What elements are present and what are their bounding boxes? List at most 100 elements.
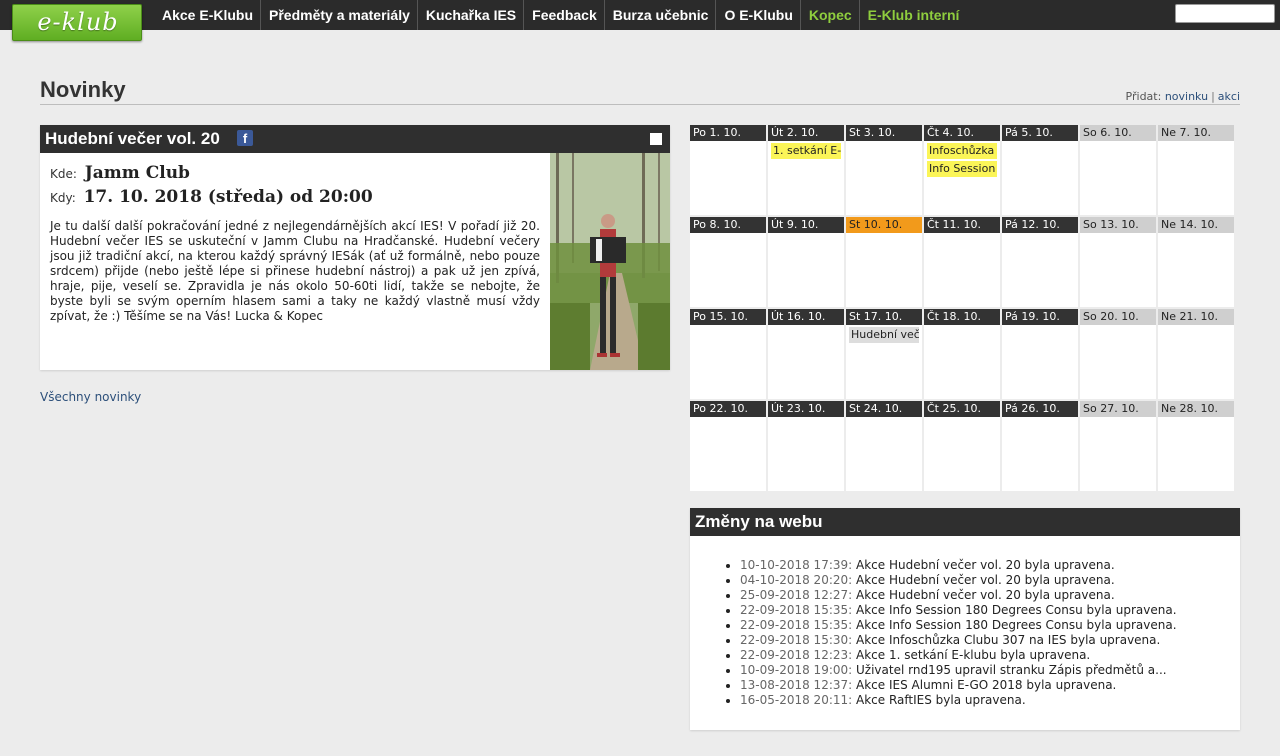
calendar-day[interactable]: Út 2. 10. 1. setkání E-klubu — [768, 125, 844, 215]
web-changes-panel: Změny na webu 10-10-2018 17:39: Akce Hud… — [690, 508, 1240, 730]
change-item: 04-10-2018 20:20: Akce Hudební večer vol… — [740, 573, 1235, 588]
change-text[interactable]: Akce Hudební večer vol. 20 byla upravena… — [856, 588, 1115, 602]
add-links: Přidat: novinku | akci — [1126, 90, 1240, 103]
calendar-day[interactable]: Po 15. 10. — [690, 309, 766, 399]
calendar-day[interactable]: Ne 21. 10. — [1158, 309, 1234, 399]
news-title[interactable]: Hudební večer vol. 20 — [45, 129, 220, 149]
calendar-day-label: Pá 26. 10. — [1002, 401, 1078, 417]
change-text[interactable]: Uživatel rnd195 upravil stranku Zápis př… — [856, 663, 1167, 677]
nav-item-7[interactable]: E-Klub interní — [858, 0, 967, 30]
news-body-text: Je tu další další pokračování jedné z ne… — [50, 219, 540, 323]
calendar-day-label: Po 1. 10. — [690, 125, 766, 141]
calendar-day[interactable]: St 24. 10. — [846, 401, 922, 491]
page-title: Novinky — [40, 77, 126, 102]
logo-text: e-klub — [37, 8, 119, 36]
calendar-day-label: Pá 5. 10. — [1002, 125, 1078, 141]
calendar-day-label: Čt 11. 10. — [924, 217, 1000, 233]
calendar-day-label: Ne 14. 10. — [1158, 217, 1234, 233]
calendar-day[interactable]: Ne 7. 10. — [1158, 125, 1234, 215]
calendar-day[interactable]: Čt 25. 10. — [924, 401, 1000, 491]
nav-item-6[interactable]: Kopec — [799, 0, 859, 30]
calendar-day[interactable]: St 3. 10. — [846, 125, 922, 215]
collapse-icon[interactable] — [650, 133, 662, 145]
change-text[interactable]: Akce Hudební večer vol. 20 byla upravena… — [856, 558, 1115, 572]
calendar-day-label: Út 2. 10. — [768, 125, 844, 141]
nav-item-0[interactable]: Akce E-Klubu — [154, 0, 260, 30]
calendar-day[interactable]: Čt 11. 10. — [924, 217, 1000, 307]
change-date: 22-09-2018 15:35: — [740, 603, 853, 617]
change-item: 22-09-2018 15:35: Akce Info Session 180 … — [740, 603, 1235, 618]
calendar-event[interactable]: Info Session — [927, 161, 997, 177]
calendar-day-label: Út 9. 10. — [768, 217, 844, 233]
all-news-link[interactable]: Všechny novinky — [40, 390, 141, 404]
nav-item-1[interactable]: Předměty a materiály — [260, 0, 417, 30]
calendar-day-label: St 24. 10. — [846, 401, 922, 417]
change-text[interactable]: Akce IES Alumni E-GO 2018 byla upravena. — [856, 678, 1116, 692]
calendar-day[interactable]: Čt 18. 10. — [924, 309, 1000, 399]
calendar-day-label: So 20. 10. — [1080, 309, 1156, 325]
calendar-day[interactable]: Pá 19. 10. — [1002, 309, 1078, 399]
calendar-day-label: Ne 21. 10. — [1158, 309, 1234, 325]
main-nav: Akce E-Klubu Předměty a materiály Kuchařka… — [154, 0, 966, 30]
change-date: 25-09-2018 12:27: — [740, 588, 853, 602]
calendar-day-label: Po 22. 10. — [690, 401, 766, 417]
calendar-day[interactable]: Po 22. 10. — [690, 401, 766, 491]
change-item: 10-09-2018 19:00: Uživatel rnd195 upravi… — [740, 663, 1235, 678]
nav-item-4[interactable]: Burza učebnic — [603, 0, 716, 30]
news-photo-accordion-player — [550, 153, 670, 370]
add-label: Přidat: — [1125, 90, 1162, 103]
change-text[interactable]: Akce Info Session 180 Degrees Consu byla… — [856, 618, 1177, 632]
calendar-day[interactable]: Út 9. 10. — [768, 217, 844, 307]
add-event-link[interactable]: akci — [1218, 90, 1240, 103]
nav-item-5[interactable]: O E-Klubu — [715, 0, 799, 30]
title-divider — [40, 104, 1240, 105]
where-value: Jamm Club — [84, 163, 190, 183]
change-text[interactable]: Akce RaftIES byla upravena. — [856, 693, 1026, 707]
change-text[interactable]: Akce Hudební večer vol. 20 byla upravena… — [856, 573, 1115, 587]
search-input[interactable] — [1175, 4, 1275, 23]
calendar-day[interactable]: Ne 14. 10. — [1158, 217, 1234, 307]
calendar-day[interactable]: Pá 26. 10. — [1002, 401, 1078, 491]
change-date: 10-10-2018 17:39: — [740, 558, 853, 572]
calendar-day[interactable]: Čt 4. 10. Infoschůzka Info Session — [924, 125, 1000, 215]
news-card: Hudební večer vol. 20 f Kde: Jamm Club K… — [40, 125, 670, 370]
changes-header: Změny na webu — [690, 508, 1240, 536]
calendar-day[interactable]: So 20. 10. — [1080, 309, 1156, 399]
change-item: 22-09-2018 12:23: Akce 1. setkání E-klub… — [740, 648, 1235, 663]
calendar-day[interactable]: So 27. 10. — [1080, 401, 1156, 491]
calendar-day[interactable]: Ne 28. 10. — [1158, 401, 1234, 491]
events-calendar: Po 1. 10.Út 2. 10. 1. setkání E-klubu St 3… — [690, 125, 1240, 493]
eklub-logo[interactable]: e-klub — [12, 4, 142, 41]
nav-item-3[interactable]: Feedback — [523, 0, 604, 30]
calendar-day[interactable]: Pá 12. 10. — [1002, 217, 1078, 307]
change-item: 16-05-2018 20:11: Akce RaftIES byla upra… — [740, 693, 1235, 708]
calendar-event[interactable]: Infoschůzka — [927, 143, 997, 159]
change-item: 22-09-2018 15:30: Akce Infoschůzka Clubu… — [740, 633, 1235, 648]
calendar-day[interactable]: Po 1. 10. — [690, 125, 766, 215]
change-date: 10-09-2018 19:00: — [740, 663, 853, 677]
change-text[interactable]: Akce 1. setkání E-klubu byla upravena. — [856, 648, 1090, 662]
calendar-day[interactable]: St 10. 10. — [846, 217, 922, 307]
calendar-day[interactable]: Út 16. 10. — [768, 309, 844, 399]
calendar-day[interactable]: Út 23. 10. — [768, 401, 844, 491]
calendar-day[interactable]: St 17. 10. Hudební večer — [846, 309, 922, 399]
calendar-day[interactable]: Pá 5. 10. — [1002, 125, 1078, 215]
calendar-event[interactable]: Hudební večer — [849, 327, 919, 343]
where-label: Kde: — [50, 167, 77, 181]
add-news-link[interactable]: novinku — [1165, 90, 1208, 103]
facebook-icon[interactable]: f — [237, 130, 253, 146]
add-separator: | — [1211, 90, 1215, 103]
calendar-day-label: Po 15. 10. — [690, 309, 766, 325]
calendar-day-label: Út 16. 10. — [768, 309, 844, 325]
change-text[interactable]: Akce Infoschůzka Clubu 307 na IES byla u… — [856, 633, 1160, 647]
nav-item-2[interactable]: Kuchařka IES — [416, 0, 523, 30]
calendar-day[interactable]: So 13. 10. — [1080, 217, 1156, 307]
calendar-day-label: St 3. 10. — [846, 125, 922, 141]
calendar-event[interactable]: 1. setkání E-klubu — [771, 143, 841, 159]
calendar-day[interactable]: Po 8. 10. — [690, 217, 766, 307]
calendar-day-label: Ne 7. 10. — [1158, 125, 1234, 141]
calendar-day-label: Čt 4. 10. — [924, 125, 1000, 141]
change-text[interactable]: Akce Info Session 180 Degrees Consu byla… — [856, 603, 1177, 617]
change-date: 22-09-2018 12:23: — [740, 648, 853, 662]
calendar-day[interactable]: So 6. 10. — [1080, 125, 1156, 215]
